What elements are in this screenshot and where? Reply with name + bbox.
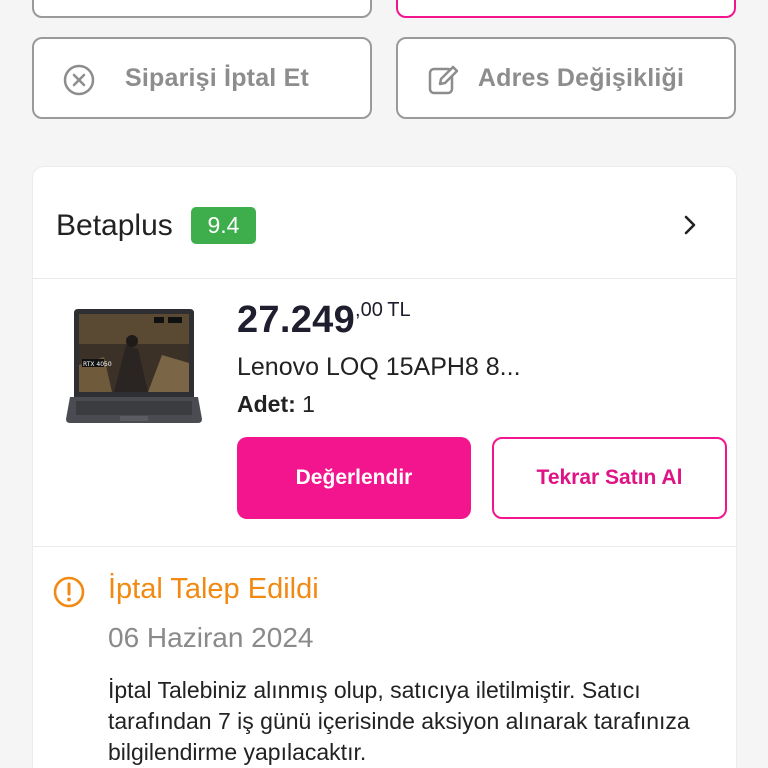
seller-name: Betaplus: [56, 209, 173, 242]
status-date: 06 Haziran 2024: [108, 622, 314, 653]
product-price: 27.249,00 TL: [237, 299, 411, 342]
product-quantity: Adet: 1: [237, 391, 315, 418]
buy-again-button[interactable]: Tekrar Satın Al: [492, 437, 727, 519]
status-message: İptal Talebiniz alınmış olup, satıcıya i…: [108, 677, 690, 765]
order-card: Betaplus 9.4 RTX 4050 27.249,00 TL Lenov…: [32, 166, 737, 768]
price-decimals: ,00: [355, 299, 383, 321]
seller-score-badge: 9.4: [191, 207, 256, 244]
quantity-label: Adet:: [237, 391, 296, 417]
price-main: 27.249: [237, 299, 356, 341]
address-change-button[interactable]: Adres Değişikliği: [396, 37, 736, 119]
quantity-value: 1: [302, 391, 315, 417]
rate-button[interactable]: Değerlendir: [237, 437, 471, 519]
chevron-right-icon[interactable]: [678, 211, 702, 239]
warning-circle-icon: [53, 576, 85, 608]
cancel-order-label: Siparişi İptal Et: [124, 63, 309, 92]
seller-row[interactable]: Betaplus 9.4: [33, 167, 736, 279]
product-image[interactable]: RTX 4050: [64, 305, 204, 429]
address-change-label: Adres Değişikliği: [477, 63, 685, 92]
price-currency: TL: [387, 299, 411, 321]
status-title: İptal Talep Edildi: [108, 573, 319, 605]
rtx-badge-text: RTX 4050: [83, 361, 112, 368]
product-row: RTX 4050 27.249,00 TL Lenovo LOQ 15APH8 …: [33, 279, 736, 547]
top-primary-button[interactable]: [396, 0, 736, 18]
top-secondary-button[interactable]: [32, 0, 372, 18]
cancel-order-button[interactable]: Siparişi İptal Et: [32, 37, 372, 119]
product-name[interactable]: Lenovo LOQ 15APH8 8...: [237, 353, 521, 382]
